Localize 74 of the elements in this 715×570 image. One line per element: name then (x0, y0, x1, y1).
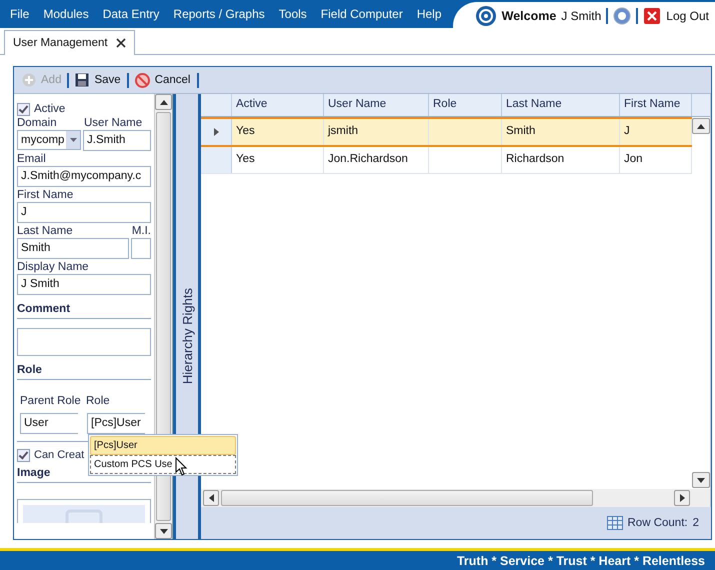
menu-item[interactable]: Reports / Graphs (173, 7, 265, 21)
first-name-field[interactable]: J (17, 202, 151, 223)
table-row[interactable]: Yes jsmith Smith J (201, 117, 692, 147)
horizontal-scrollbar[interactable] (201, 489, 710, 507)
down-arrow-icon[interactable] (160, 528, 168, 534)
side-tab[interactable]: Hierarchy Rights (173, 94, 201, 539)
menu-item[interactable]: Help (416, 7, 442, 21)
field-label: M.I. (132, 224, 151, 238)
middle-initial-field[interactable] (131, 238, 151, 259)
tab[interactable]: User Management (4, 30, 135, 55)
left-arrow-icon[interactable] (208, 494, 214, 502)
field-label: Role (86, 394, 110, 408)
column-header[interactable]: User Name (324, 94, 429, 116)
table-cell: Jon.Richardson (324, 147, 429, 173)
last-name-field[interactable]: Smith (17, 238, 129, 259)
row-pointer-icon (214, 128, 218, 136)
vertical-scrollbar[interactable] (692, 117, 710, 489)
user-name: J Smith (561, 8, 602, 22)
grid-icon (606, 516, 622, 530)
menu-item[interactable]: Tools (278, 7, 307, 21)
field-label: Domain (17, 116, 58, 130)
toolbar-button[interactable]: Save (73, 73, 123, 87)
table-cell: Yes (232, 119, 324, 145)
column-header[interactable]: First Name (620, 94, 692, 116)
column-header[interactable]: Active (232, 94, 324, 116)
cancel-icon (134, 72, 150, 88)
right-arrow-icon[interactable] (680, 494, 684, 502)
email-field[interactable]: J.Smith@mycompany.c (17, 166, 151, 187)
vertical-scrollbar[interactable] (154, 94, 172, 539)
field-label: First Name (17, 188, 74, 202)
can-create-checkbox[interactable] (17, 448, 30, 462)
row-count-label: Row Count: (628, 517, 688, 529)
field-label: Parent Role (20, 394, 82, 408)
table-cell: Yes (232, 147, 324, 173)
column-header[interactable]: Role (429, 94, 502, 116)
up-arrow-icon[interactable] (697, 124, 705, 128)
field-label: Email (17, 152, 47, 166)
field-label: Last Name (17, 224, 73, 238)
slogan: Truth * Service * Trust * Heart * Relentless (456, 554, 705, 568)
table-row[interactable]: Yes Jon.Richardson Richardson Jon (201, 147, 692, 174)
logo-icon (474, 4, 497, 26)
user-name-field[interactable]: J.Smith (83, 130, 151, 151)
plus-icon (22, 73, 36, 87)
toolbar-button[interactable]: Cancel (132, 72, 192, 88)
logout-link[interactable]: Log Out (666, 8, 709, 22)
down-arrow-icon[interactable] (697, 478, 705, 482)
field-label: Can Creat (34, 448, 84, 462)
caret-icon (70, 138, 76, 142)
table-cell: jsmith (324, 119, 429, 145)
column-header[interactable]: Last Name (502, 94, 620, 116)
help-icon[interactable] (613, 6, 632, 24)
menu-item[interactable]: Data Entry (102, 7, 160, 21)
section-heading: Comment (17, 296, 151, 319)
welcome-label: Welcome (502, 8, 556, 22)
parent-role-field[interactable]: User (20, 413, 78, 434)
up-arrow-icon[interactable] (160, 100, 168, 104)
comment-field[interactable] (17, 328, 151, 356)
table-cell: Richardson (502, 147, 620, 173)
menu-item[interactable]: Modules (43, 7, 89, 21)
row-count-value: 2 (692, 517, 699, 529)
domain-dropdown[interactable]: mycomp (17, 130, 81, 150)
table-cell: Smith (502, 119, 620, 145)
role-field[interactable]: [Pcs]User (87, 413, 145, 434)
field-label: User Name (84, 116, 142, 130)
menu-item[interactable]: File (10, 7, 30, 21)
field-label: Display Name (17, 260, 90, 274)
menu-item[interactable]: Field Computer (320, 7, 403, 21)
section-heading: Role (17, 357, 151, 380)
display-name-field[interactable]: J Smith (17, 274, 151, 295)
field-label: Active (34, 102, 66, 116)
close-icon[interactable] (116, 38, 126, 48)
dropdown-option[interactable]: [Pcs]User (90, 436, 236, 455)
save-icon (75, 73, 90, 87)
active-checkbox[interactable] (17, 102, 30, 116)
